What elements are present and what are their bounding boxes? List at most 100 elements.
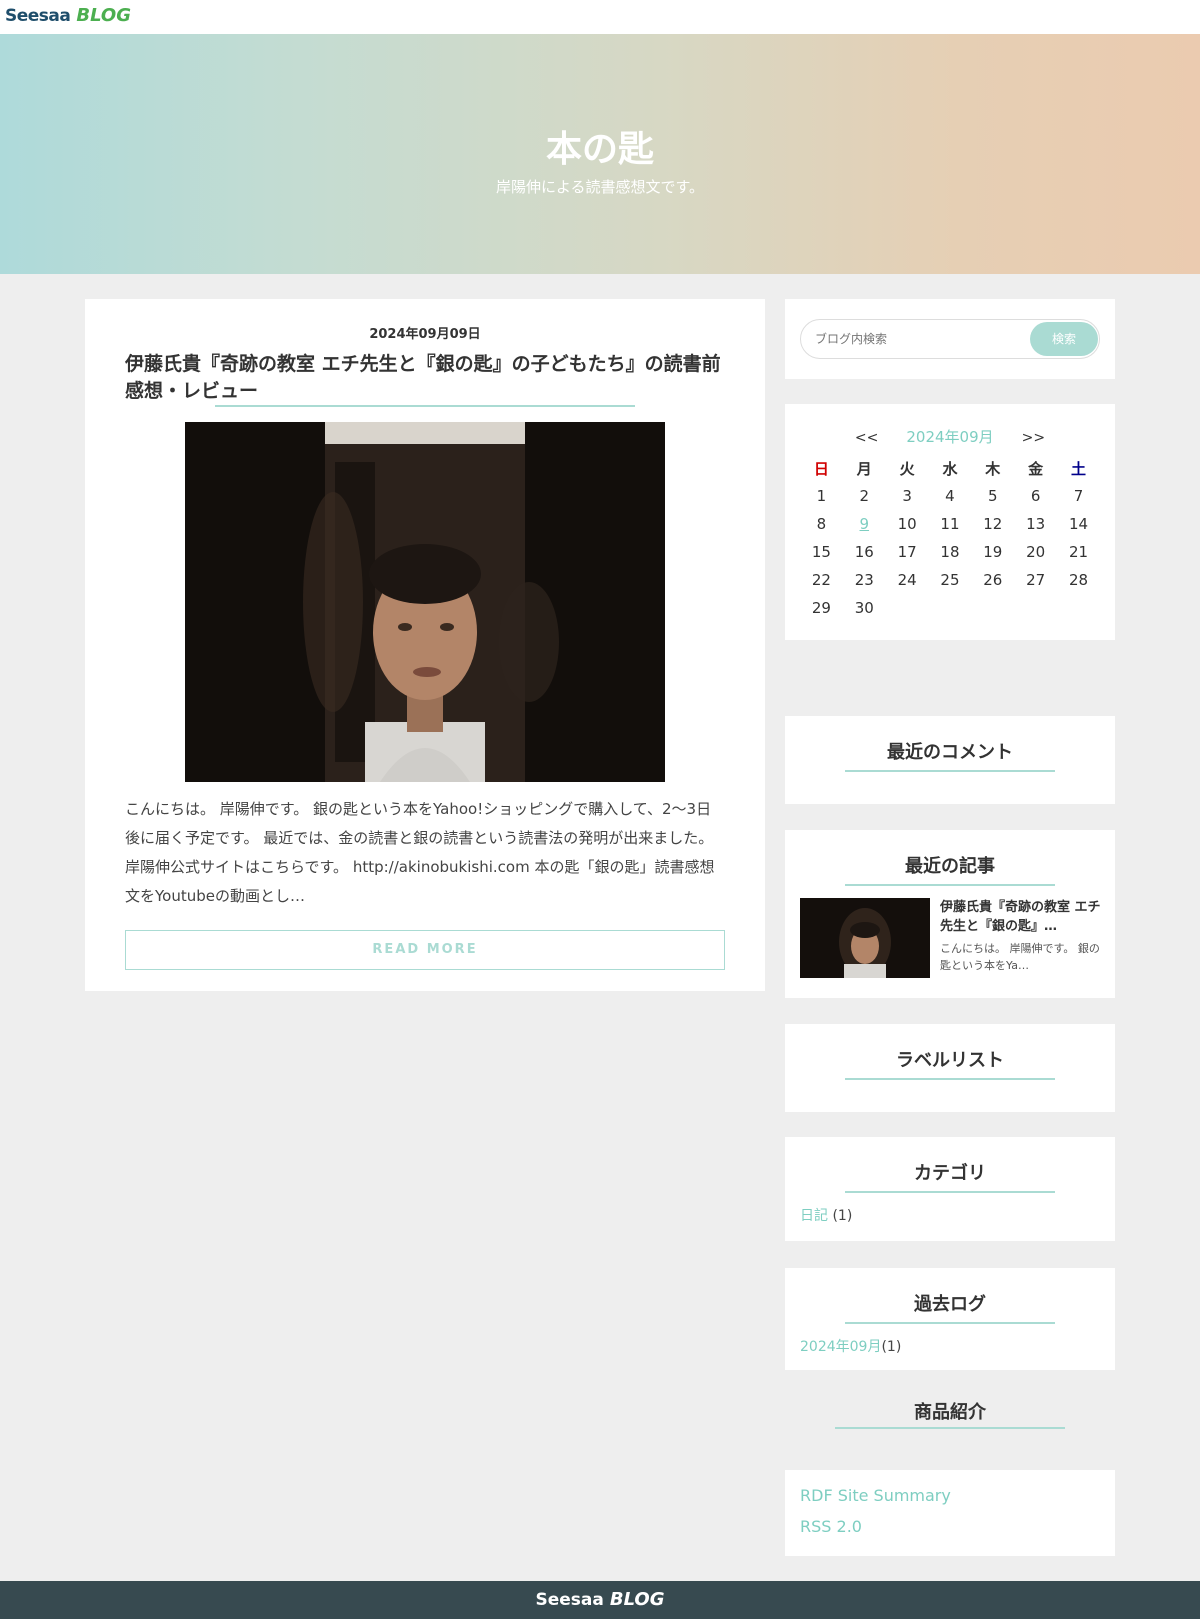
archive-link[interactable]: 2024年09月 [800,1339,881,1355]
calendar-day: 23 [854,571,874,589]
feed-links-widget: RDF Site Summary RSS 2.0 [785,1470,1115,1556]
widget-title-underline [845,1322,1055,1324]
search-input[interactable] [815,328,1015,350]
calendar-day: 21 [1068,543,1089,561]
calendar-day: 29 [811,599,831,617]
calendar-day: 19 [983,543,1003,561]
calendar-day: 24 [897,571,917,589]
read-more-button[interactable]: READ MORE [125,930,725,970]
footer-logo[interactable]: Seesaa BLOG [536,1589,665,1610]
calendar-widget: << 2024年09月 >> 日 月 火 水 木 金 土 1 2 3 4 5 6 7 [785,404,1115,640]
category-link[interactable]: 日記 [800,1208,828,1224]
calendar-day: 2 [859,487,870,505]
calendar-week: 22 23 24 25 26 27 28 [800,566,1100,594]
calendar-day: 15 [811,543,831,561]
weekday-wed: 水 [942,459,958,478]
recent-posts-widget: 最近の記事 伊藤氏貴『奇跡の教室 エチ先生と『銀の匙』… こんにちは。 岸陽伸で… [785,830,1115,998]
top-bar: Seesaa BLOG [0,0,1200,34]
post-card: 2024年09月09日 伊藤氏貴『奇跡の教室 エチ先生と『銀の匙』の子どもたち』… [85,299,765,991]
footer-logo-text: Seesaa [535,1590,604,1610]
calendar-day: 16 [854,543,874,561]
archive-widget: 過去ログ 2024年09月(1) [785,1268,1115,1370]
calendar-day: 6 [1030,487,1041,505]
widget-title-underline [845,884,1055,886]
calendar-day: 28 [1068,571,1089,589]
calendar-day: 13 [1026,515,1046,533]
calendar-next-link[interactable]: >> [1022,430,1045,446]
widget-title: 最近のコメント [887,742,1013,763]
widget-title-underline [845,770,1055,772]
post-title[interactable]: 伊藤氏貴『奇跡の教室 エチ先生と『銀の匙』の子どもたち』の読書前感想・レビュー [125,351,725,405]
recent-post-excerpt: こんにちは。 岸陽伸です。 銀の匙という本をYa… [940,942,1100,972]
calendar-day: 4 [945,487,955,505]
calendar-day [1057,594,1100,622]
calendar-day: 25 [940,571,960,589]
calendar-day: 26 [983,571,1003,589]
calendar-day [929,594,972,622]
category-item: 日記 (1) [800,1205,852,1225]
calendar-table: 日 月 火 水 木 金 土 1 2 3 4 5 6 7 8 9 10 11 12… [800,454,1100,622]
calendar-title[interactable]: 2024年09月 [906,428,993,446]
calendar-week: 8 9 10 11 12 13 14 [800,510,1100,538]
hero-banner: 本の匙 岸陽伸による読書感想文です。 [0,34,1200,274]
post-date: 2024年09月09日 [369,327,481,342]
weekday-mon: 月 [856,459,872,478]
calendar-day: 7 [1073,487,1084,505]
category-count: (1) [832,1208,853,1224]
post-excerpt: こんにちは。 岸陽伸です。 銀の匙という本をYahoo!ショッピングで購入して、… [125,800,715,905]
weekday-thu: 木 [985,459,1001,478]
calendar-day: 17 [897,543,917,561]
rdf-site-summary-link[interactable]: RDF Site Summary [800,1486,951,1505]
video-still-photo [185,422,665,782]
recent-post-title[interactable]: 伊藤氏貴『奇跡の教室 エチ先生と『銀の匙』… [940,898,1105,936]
calendar-prev-link[interactable]: << [855,430,878,446]
calendar-day: 18 [940,543,960,561]
calendar-day: 12 [983,515,1003,533]
search-widget: 検索 [785,299,1115,379]
weekday-tue: 火 [899,459,915,478]
blog-title[interactable]: 本の匙 [0,120,1200,172]
footer: Seesaa BLOG [0,1581,1200,1619]
calendar-week: 15 16 17 18 19 20 21 [800,538,1100,566]
search-button[interactable]: 検索 [1030,322,1098,356]
calendar-day [1014,594,1057,622]
weekday-fri: 金 [1028,459,1044,478]
seesaa-blog-logo[interactable]: Seesaa BLOG [5,5,131,29]
weekday-sat: 土 [1071,459,1087,478]
blog-subtitle: 岸陽伸による読書感想文です。 [495,178,705,196]
recent-comments-widget: 最近のコメント [785,716,1115,804]
calendar-day: 14 [1068,515,1089,533]
calendar-day: 27 [1026,571,1046,589]
widget-title: 過去ログ [914,1294,986,1315]
products-title: 商品紹介 [914,1402,986,1423]
widget-title-underline [845,1191,1055,1193]
calendar-day: 1 [816,487,827,505]
archive-item: 2024年09月(1) [800,1336,901,1356]
rss-link[interactable]: RSS 2.0 [800,1517,862,1536]
calendar-day: 20 [1026,543,1046,561]
calendar-day [971,594,1014,622]
label-list-widget: ラベルリスト [785,1024,1115,1112]
widget-title: カテゴリ [914,1163,986,1184]
archive-count: (1) [881,1339,902,1355]
weekday-sun: 日 [813,459,829,478]
calendar-week: 1 2 3 4 5 6 7 [800,482,1100,510]
title-underline [215,405,635,407]
logo-blog-text: BLOG [76,5,131,26]
calendar-day: 22 [811,571,831,589]
calendar-day: 3 [902,487,912,505]
calendar-day-link[interactable]: 9 [843,510,886,538]
widget-title: 最近の記事 [905,856,995,877]
calendar-weekday-row: 日 月 火 水 木 金 土 [800,454,1100,482]
logo-text: Seesaa [5,6,71,26]
calendar-day: 5 [988,487,998,505]
footer-logo-blog-text: BLOG [609,1589,665,1610]
post-image[interactable] [185,422,665,782]
calendar-day: 30 [854,599,874,617]
calendar-day: 10 [897,515,917,533]
products-title-underline [835,1427,1065,1429]
calendar-nav: << 2024年09月 >> [785,426,1115,447]
recent-post-thumbnail[interactable] [800,898,930,978]
calendar-day [886,594,929,622]
search-box: 検索 [800,319,1100,359]
